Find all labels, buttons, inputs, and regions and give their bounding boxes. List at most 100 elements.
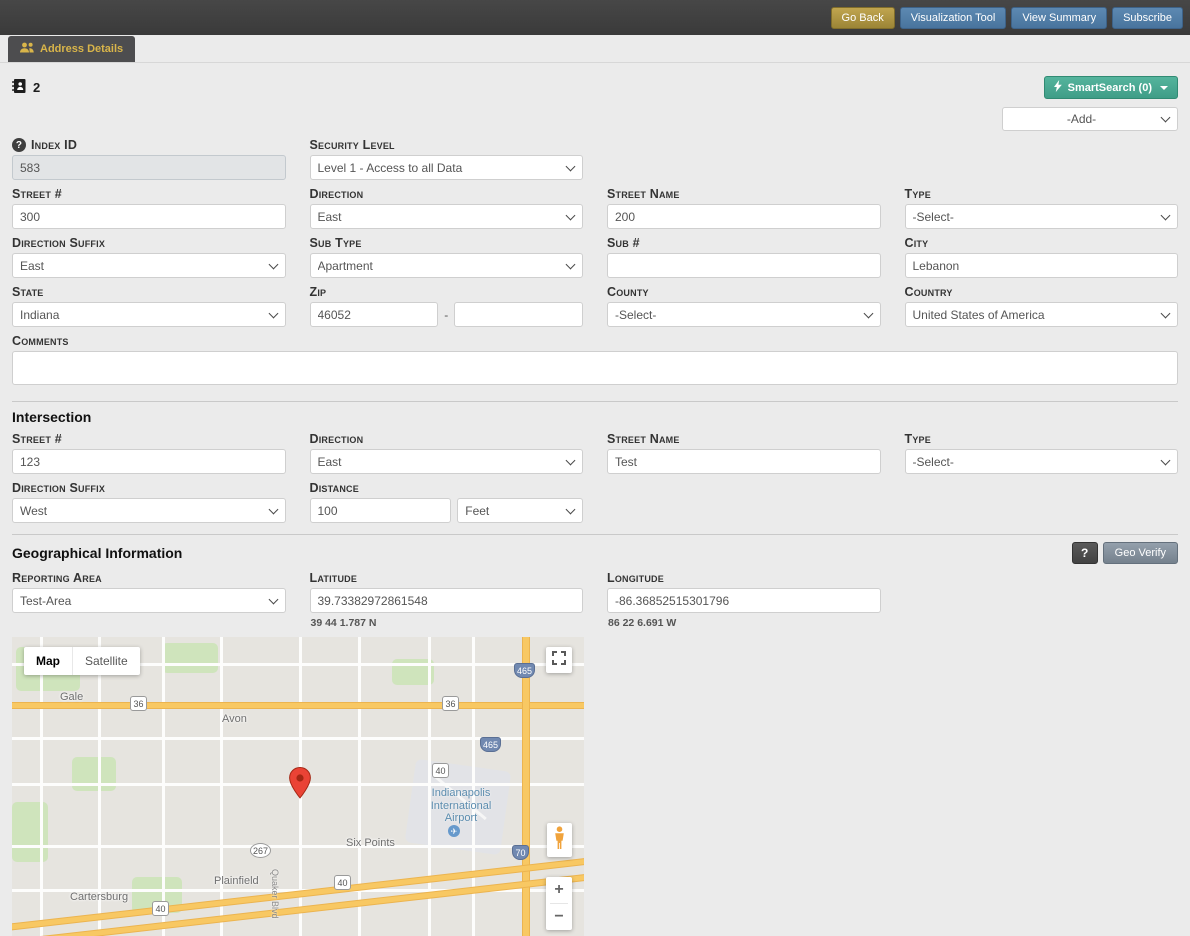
field-direction: Direction East xyxy=(310,180,584,229)
map-view-button[interactable]: Map xyxy=(24,647,72,675)
field-latitude: Latitude 39 44 1.787 N xyxy=(310,564,584,629)
distance-unit-select[interactable]: Feet xyxy=(457,498,583,523)
sub-number-input[interactable] xyxy=(607,253,881,278)
field-int-type: Type -Select- xyxy=(905,425,1179,474)
distance-input[interactable] xyxy=(310,498,452,523)
geo-help-button[interactable]: ? xyxy=(1072,542,1098,564)
field-zip: Zip - xyxy=(310,278,584,327)
sub-number-label: Sub # xyxy=(607,229,881,253)
place-label-gale: Gale xyxy=(60,691,83,703)
int-type-select[interactable]: -Select- xyxy=(905,449,1179,474)
zip-input[interactable] xyxy=(310,302,439,327)
smartsearch-label: SmartSearch (0) xyxy=(1068,82,1152,94)
airport-icon: ✈ xyxy=(448,825,460,837)
direction-suffix-select[interactable]: East xyxy=(12,253,286,278)
city-label: City xyxy=(905,229,1179,253)
field-int-street-name: Street Name xyxy=(607,425,881,474)
zip-ext-input[interactable] xyxy=(454,302,583,327)
zoom-in-button[interactable]: + xyxy=(546,877,572,903)
security-level-label: Security Level xyxy=(310,131,584,155)
intersection-section: Intersection Street # Direction East Str… xyxy=(12,401,1178,523)
longitude-dms: 86 22 6.691 W xyxy=(607,613,881,629)
field-security-level: Security Level Level 1 - Access to all D… xyxy=(310,131,584,180)
direction-select[interactable]: East xyxy=(310,204,584,229)
security-level-select[interactable]: Level 1 - Access to all Data xyxy=(310,155,584,180)
field-distance: Distance Feet xyxy=(310,474,584,523)
fullscreen-icon xyxy=(552,651,566,670)
latitude-dms: 39 44 1.787 N xyxy=(310,613,584,629)
route-shield: 40 xyxy=(432,763,449,778)
field-state: State Indiana xyxy=(12,278,286,327)
field-index-id: ? Index ID xyxy=(12,131,286,180)
sub-type-select[interactable]: Apartment xyxy=(310,253,584,278)
int-direction-label: Direction xyxy=(310,425,584,449)
geo-title: Geographical Information xyxy=(12,545,182,561)
route-shield: 465 xyxy=(514,663,535,678)
state-select[interactable]: Indiana xyxy=(12,302,286,327)
type-select[interactable]: -Select- xyxy=(905,204,1179,229)
subscribe-button[interactable]: Subscribe xyxy=(1112,7,1183,29)
int-direction-suffix-label: Direction Suffix xyxy=(12,474,286,498)
int-street-number-label: Street # xyxy=(12,425,286,449)
county-select[interactable]: -Select- xyxy=(607,302,881,327)
pegman-control[interactable] xyxy=(547,823,572,857)
form-row: Street # Direction East Street Name Type… xyxy=(12,425,1178,474)
street-name-input[interactable] xyxy=(607,204,881,229)
tab-label: Address Details xyxy=(40,43,123,55)
go-back-button[interactable]: Go Back xyxy=(831,7,895,29)
city-input[interactable] xyxy=(905,253,1179,278)
place-label-quaker-blvd: Quaker Blvd xyxy=(270,869,280,919)
add-select[interactable]: -Add- xyxy=(1002,107,1178,131)
visualization-tool-button[interactable]: Visualization Tool xyxy=(900,7,1007,29)
zip-label: Zip xyxy=(310,278,584,302)
state-label: State xyxy=(12,278,286,302)
field-longitude: Longitude 86 22 6.691 W xyxy=(607,564,881,629)
index-id-label: ? Index ID xyxy=(12,131,286,155)
int-street-name-input[interactable] xyxy=(607,449,881,474)
int-direction-suffix-select[interactable]: West xyxy=(12,498,286,523)
address-book-icon xyxy=(12,79,26,96)
place-label-airport: Indianapolis International Airport xyxy=(418,787,504,825)
longitude-input[interactable] xyxy=(607,588,881,613)
comments-textarea[interactable] xyxy=(12,351,1178,385)
latitude-label: Latitude xyxy=(310,564,584,588)
int-street-number-input[interactable] xyxy=(12,449,286,474)
field-int-direction-suffix: Direction Suffix West xyxy=(12,474,286,523)
form-row: ? Index ID Security Level Level 1 - Acce… xyxy=(12,131,1178,180)
tab-address-details[interactable]: Address Details xyxy=(8,36,135,62)
geo-verify-button[interactable]: Geo Verify xyxy=(1103,542,1178,564)
pegman-icon xyxy=(553,826,566,855)
map-canvas[interactable]: 36 36 465 465 40 267 70 40 40 Gale Avon … xyxy=(12,637,584,936)
field-city: City xyxy=(905,229,1179,278)
country-select[interactable]: United States of America xyxy=(905,302,1179,327)
caret-down-icon xyxy=(1160,86,1168,90)
comments-label: Comments xyxy=(12,327,1178,351)
street-number-input[interactable] xyxy=(12,204,286,229)
smartsearch-button[interactable]: SmartSearch (0) xyxy=(1044,76,1178,99)
field-sub-type: Sub Type Apartment xyxy=(310,229,584,278)
map-marker-icon[interactable] xyxy=(289,767,311,804)
satellite-view-button[interactable]: Satellite xyxy=(72,647,140,675)
zoom-out-button[interactable]: − xyxy=(546,904,572,930)
help-icon[interactable]: ? xyxy=(12,138,26,152)
index-id-input xyxy=(12,155,286,180)
fullscreen-button[interactable] xyxy=(546,647,572,673)
add-row: -Add- xyxy=(0,99,1190,131)
form-row: State Indiana Zip - County -Select- Coun… xyxy=(12,278,1178,327)
place-label-avon: Avon xyxy=(222,713,247,725)
route-shield: 70 xyxy=(512,845,529,860)
field-street-number: Street # xyxy=(12,180,286,229)
route-shield: 267 xyxy=(250,843,271,858)
direction-suffix-label: Direction Suffix xyxy=(12,229,286,253)
distance-label: Distance xyxy=(310,474,584,498)
latitude-input[interactable] xyxy=(310,588,584,613)
int-street-name-label: Street Name xyxy=(607,425,881,449)
field-direction-suffix: Direction Suffix East xyxy=(12,229,286,278)
lightning-icon xyxy=(1054,80,1062,95)
view-summary-button[interactable]: View Summary xyxy=(1011,7,1107,29)
panel-header: 2 SmartSearch (0) xyxy=(0,63,1190,99)
int-direction-select[interactable]: East xyxy=(310,449,584,474)
reporting-area-select[interactable]: Test-Area xyxy=(12,588,286,613)
map-type-control: Map Satellite xyxy=(24,647,140,675)
sub-type-label: Sub Type xyxy=(310,229,584,253)
